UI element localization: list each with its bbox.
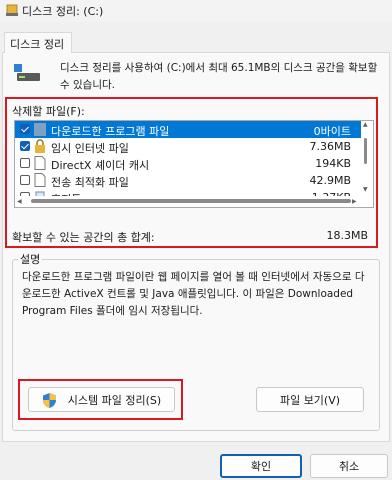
list-item[interactable]: 임시 인터넷 파일 7.36MB (15, 138, 361, 155)
lock-icon (35, 139, 45, 153)
disk-cleanup-icon (6, 4, 18, 16)
horizontal-scrollbar[interactable]: ◀ ▶ (15, 196, 360, 206)
checkbox[interactable] (20, 175, 30, 185)
file-name: 전송 최적화 파일 (51, 176, 129, 189)
list-item[interactable]: 전송 최적화 파일 42.9MB (15, 172, 361, 189)
file-size: 42.9MB (309, 174, 351, 187)
file-size: 0바이트 (313, 125, 351, 138)
scroll-down-arrow-icon[interactable]: ▼ (363, 186, 368, 193)
vertical-scrollbar[interactable]: ▲ ▼ (361, 120, 371, 206)
list-item[interactable]: DirectX 셰이더 캐시 194KB (15, 155, 361, 172)
tab-disk-cleanup[interactable]: 디스크 정리 (4, 32, 72, 53)
scroll-right-arrow-icon[interactable]: ▶ (352, 198, 357, 205)
scroll-thumb[interactable] (31, 199, 351, 203)
view-files-label: 파일 보기(V) (279, 393, 341, 407)
file-icon (34, 156, 46, 170)
checkbox[interactable] (20, 158, 30, 168)
file-size: 194KB (315, 157, 351, 170)
cancel-button[interactable]: 취소 (310, 454, 388, 478)
file-icon (34, 173, 46, 187)
tab-label: 디스크 정리 (10, 38, 65, 51)
ok-button[interactable]: 확인 (220, 454, 302, 478)
file-size: 7.36MB (309, 140, 351, 153)
cleanup-system-files-label: 시스템 파일 정리(S) (67, 393, 162, 407)
list-item[interactable]: 다운로드한 프로그램 파일 0바이트 (15, 121, 361, 138)
view-files-button[interactable]: 파일 보기(V) (256, 387, 364, 412)
header-description: 디스크 정리를 사용하여 (C:)에서 최대 65.1MB의 디스크 공간을 확… (60, 62, 378, 91)
files-list[interactable]: 다운로드한 프로그램 파일 0바이트 임시 인터넷 파일 7.36MB Dire… (14, 120, 374, 208)
files-label: 삭제할 파일(F): (12, 105, 85, 118)
folder-icon (34, 123, 46, 136)
checkbox[interactable] (20, 141, 30, 151)
scroll-left-arrow-icon[interactable]: ◀ (17, 198, 22, 205)
file-name: 임시 인터넷 파일 (51, 142, 129, 155)
description-title: 설명 (18, 251, 43, 267)
scroll-up-arrow-icon[interactable]: ▲ (363, 121, 368, 128)
total-gain-label: 확보할 수 있는 공간의 총 합계: (12, 231, 155, 244)
checkbox[interactable] (20, 124, 30, 134)
cleanup-system-files-button[interactable]: 시스템 파일 정리(S) (28, 387, 175, 412)
description-text: 다운로드한 프로그램 파일이란 웹 페이지를 열어 볼 때 인터넷에서 자동으로… (22, 271, 365, 317)
cancel-label: 취소 (338, 460, 360, 473)
ok-label: 확인 (250, 460, 272, 473)
window-title: 디스크 정리: (C:) (22, 5, 104, 18)
file-name: 다운로드한 프로그램 파일 (51, 125, 170, 138)
scroll-thumb[interactable] (364, 138, 367, 164)
total-gain-value: 18.3MB (326, 229, 368, 242)
drive-icon (14, 64, 40, 81)
file-name: DirectX 셰이더 캐시 (51, 159, 150, 172)
